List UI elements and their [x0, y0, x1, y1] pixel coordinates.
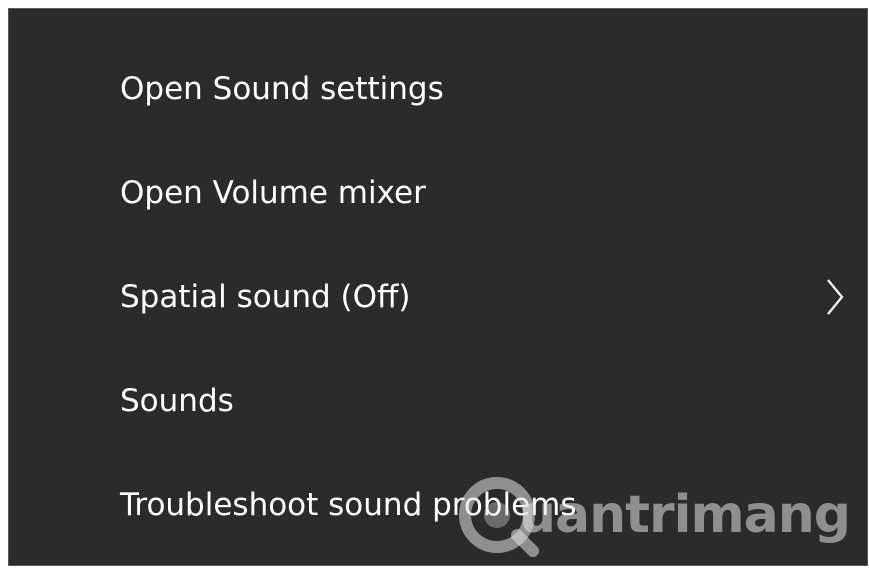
menu-item-sounds[interactable]: Sounds [9, 349, 867, 453]
menu-item-label: Troubleshoot sound problems [120, 487, 577, 523]
menu-item-label: Spatial sound (Off) [120, 279, 411, 315]
chevron-right-icon [827, 279, 844, 315]
menu-item-label: Open Volume mixer [120, 175, 426, 211]
menu-item-label: Sounds [120, 383, 234, 419]
menu-item-spatial-sound[interactable]: Spatial sound (Off) [9, 245, 867, 349]
menu-item-open-sound-settings[interactable]: Open Sound settings [9, 37, 867, 141]
sound-context-menu: Open Sound settings Open Volume mixer Sp… [8, 8, 868, 566]
menu-item-troubleshoot-sound-problems[interactable]: Troubleshoot sound problems [9, 453, 867, 557]
menu-item-open-volume-mixer[interactable]: Open Volume mixer [9, 141, 867, 245]
menu-item-label: Open Sound settings [120, 71, 444, 107]
